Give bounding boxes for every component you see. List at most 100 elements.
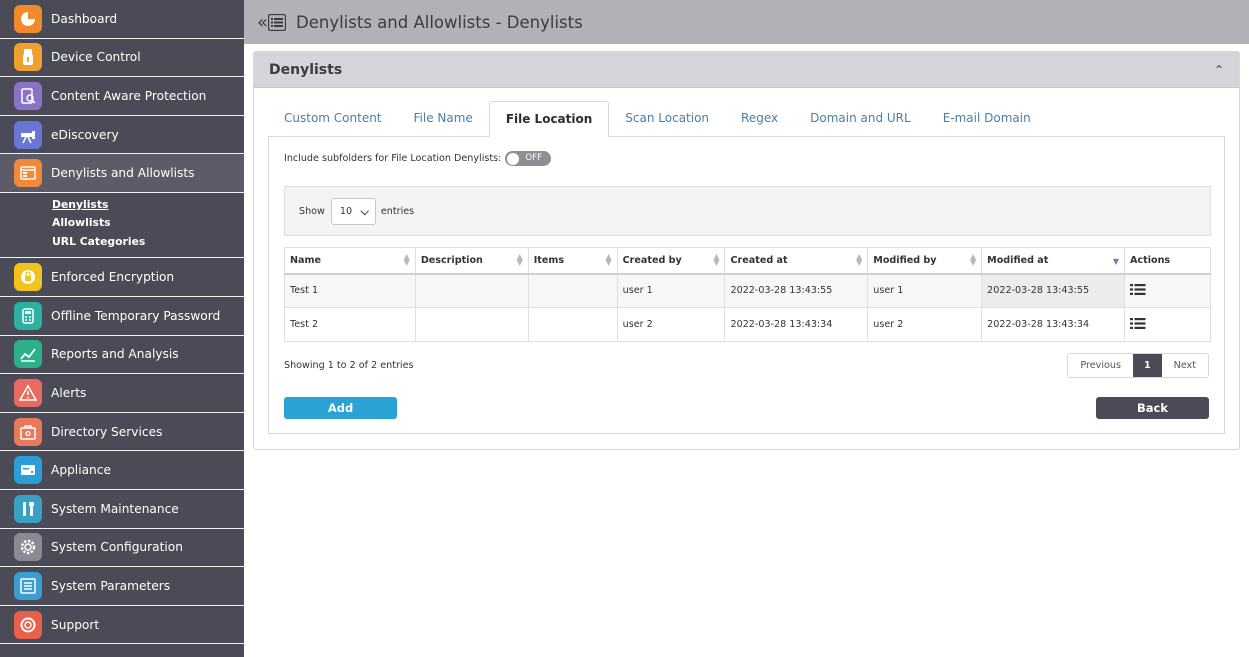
nav-label: Enforced Encryption — [51, 270, 175, 285]
page-size-select[interactable]: 10 ⌵ — [330, 197, 376, 225]
column-header-created-by[interactable]: Created by ▲ ▼ — [616, 247, 726, 275]
add-button[interactable]: Add — [284, 397, 397, 419]
warning-icon — [14, 379, 42, 408]
toggle-state: OFF — [525, 153, 543, 163]
tab-file-name[interactable]: File Name — [398, 101, 489, 137]
panel-header[interactable]: Denylists ⌃ — [254, 52, 1239, 88]
cell-created-by: user 2 — [616, 307, 726, 342]
toggle-knob — [507, 152, 520, 165]
table-info: Showing 1 to 2 of 2 entries — [284, 360, 414, 371]
nav-label: eDiscovery — [51, 127, 119, 142]
tab-scan-location[interactable]: Scan Location — [609, 101, 725, 137]
cell-actions — [1124, 307, 1211, 342]
cell-items — [527, 307, 618, 342]
column-header-created-at[interactable]: Created at ▲ ▼ — [724, 247, 869, 275]
subfolder-toggle[interactable]: OFF — [505, 151, 552, 166]
subnav-item-denylists[interactable]: Denylists — [52, 196, 244, 215]
column-header-name[interactable]: Name ▲ ▼ — [284, 247, 416, 275]
tab-email-domain[interactable]: E-mail Domain — [927, 101, 1047, 137]
nav-label: System Configuration — [51, 540, 183, 555]
denylist-table: Name ▲ ▼ Description ▲ ▼ Items ▲ ▼ Created by ▲… — [284, 247, 1211, 342]
server-icon — [14, 456, 42, 485]
sort-icon: ▲ ▼ — [605, 252, 612, 267]
cell-actions — [1124, 273, 1211, 308]
page-size-value: 10 — [339, 205, 353, 217]
nav-item-reports-and-analysis[interactable]: Reports and Analysis — [0, 336, 244, 375]
nav-item-system-configuration[interactable]: System Configuration — [0, 529, 244, 568]
subnav-item-allowlists[interactable]: Allowlists — [52, 214, 244, 233]
nav-item-system-maintenance[interactable]: System Maintenance — [0, 490, 244, 529]
sort-icon: ▲ ▼ — [856, 252, 863, 267]
cell-name: Test 2 — [284, 307, 416, 342]
nav-label: System Parameters — [51, 579, 171, 594]
column-header-modified-at[interactable]: Modified at ▼ — [981, 247, 1125, 275]
next-page-button[interactable]: Next — [1161, 354, 1208, 377]
nav-item-appliance[interactable]: Appliance — [0, 451, 244, 491]
table-row: Test 1 user 1 2022-03-28 13:43:55 user 1… — [284, 273, 1211, 308]
nav-item-offline-temporary-password[interactable]: Offline Temporary Password — [0, 297, 244, 336]
parameters-icon — [14, 572, 42, 601]
tab-bar: Custom Content File Name File Location S… — [268, 101, 1047, 137]
subfolder-setting: Include subfolders for File Location Den… — [284, 151, 552, 166]
sidebar-collapse-button[interactable]: « — [257, 12, 287, 33]
nav-item-dashboard[interactable]: Dashboard — [0, 0, 244, 39]
table-row: Test 2 user 2 2022-03-28 13:43:34 user 2… — [284, 307, 1211, 342]
sidebar: Dashboard Device Control Content Aware P… — [0, 0, 244, 657]
column-header-items[interactable]: Items ▲ ▼ — [527, 247, 618, 275]
sort-desc-icon: ▼ — [1112, 257, 1119, 266]
nav-label: Reports and Analysis — [51, 347, 179, 362]
cell-created-at: 2022-03-28 13:43:34 — [724, 307, 869, 342]
entries-label: entries — [380, 205, 415, 217]
nav-label: System Maintenance — [51, 501, 179, 516]
cell-modified-at: 2022-03-28 13:43:55 — [981, 273, 1125, 308]
nav-item-enforced-encryption[interactable]: Enforced Encryption — [0, 258, 244, 298]
lock-icon — [14, 263, 42, 292]
usb-icon — [14, 43, 42, 72]
cell-description — [414, 307, 529, 342]
subnav-item-url-categories[interactable]: URL Categories — [52, 233, 244, 252]
table-header-row: Name ▲ ▼ Description ▲ ▼ Items ▲ ▼ Created by ▲… — [284, 247, 1211, 275]
nav-label: Appliance — [51, 463, 111, 478]
actions-menu-icon[interactable] — [1130, 317, 1146, 330]
nav-label: Dashboard — [51, 11, 118, 26]
cell-modified-at: 2022-03-28 13:43:34 — [981, 307, 1125, 342]
column-header-modified-by[interactable]: Modified by ▲ ▼ — [867, 247, 983, 275]
cell-created-at: 2022-03-28 13:43:55 — [724, 273, 869, 308]
document-search-icon — [14, 81, 42, 110]
cell-modified-by: user 1 — [867, 273, 983, 308]
tools-icon — [14, 494, 42, 523]
page-1-button[interactable]: 1 — [1132, 354, 1162, 377]
nav-item-content-aware-protection[interactable]: Content Aware Protection — [0, 77, 244, 116]
nav-item-directory-services[interactable]: Directory Services — [0, 413, 244, 452]
nav-label: Directory Services — [51, 424, 163, 439]
column-header-description[interactable]: Description ▲ ▼ — [414, 247, 529, 275]
nav-label: Denylists and Allowlists — [51, 166, 195, 181]
nav-label: Device Control — [51, 50, 141, 65]
sort-icon: ▲ ▼ — [713, 252, 720, 267]
nav-label: Support — [51, 617, 100, 632]
sort-icon: ▲ ▼ — [970, 252, 977, 267]
actions-menu-icon[interactable] — [1130, 283, 1146, 296]
tab-regex[interactable]: Regex — [725, 101, 794, 137]
tab-content: Include subfolders for File Location Den… — [268, 136, 1225, 434]
nav-item-system-parameters[interactable]: System Parameters — [0, 567, 244, 606]
chevron-up-icon[interactable]: ⌃ — [1214, 63, 1224, 77]
panel-title: Denylists — [269, 61, 343, 78]
header: « Denylists and Allowlists - Denylists — [244, 0, 1249, 44]
denylists-panel: Denylists ⌃ Custom Content File Name Fil… — [253, 51, 1240, 450]
nav-item-device-control[interactable]: Device Control — [0, 39, 244, 78]
entries-bar: Show 10 ⌵ entries — [284, 186, 1211, 236]
nav-item-denylists-and-allowlists[interactable]: Denylists and Allowlists — [0, 154, 244, 193]
nav-item-ediscovery[interactable]: eDiscovery — [0, 116, 244, 155]
previous-page-button[interactable]: Previous — [1068, 354, 1133, 377]
nav-label: Offline Temporary Password — [51, 308, 221, 323]
tab-custom-content[interactable]: Custom Content — [268, 101, 398, 137]
nav-item-support[interactable]: Support — [0, 606, 244, 645]
tab-domain-and-url[interactable]: Domain and URL — [794, 101, 927, 137]
subnav: Denylists Allowlists URL Categories — [0, 192, 244, 259]
nav-label: Content Aware Protection — [51, 88, 207, 103]
nav-item-alerts[interactable]: Alerts — [0, 374, 244, 413]
tab-file-location[interactable]: File Location — [488, 101, 610, 137]
cell-created-by: user 1 — [616, 273, 726, 308]
back-button[interactable]: Back — [1096, 397, 1209, 419]
